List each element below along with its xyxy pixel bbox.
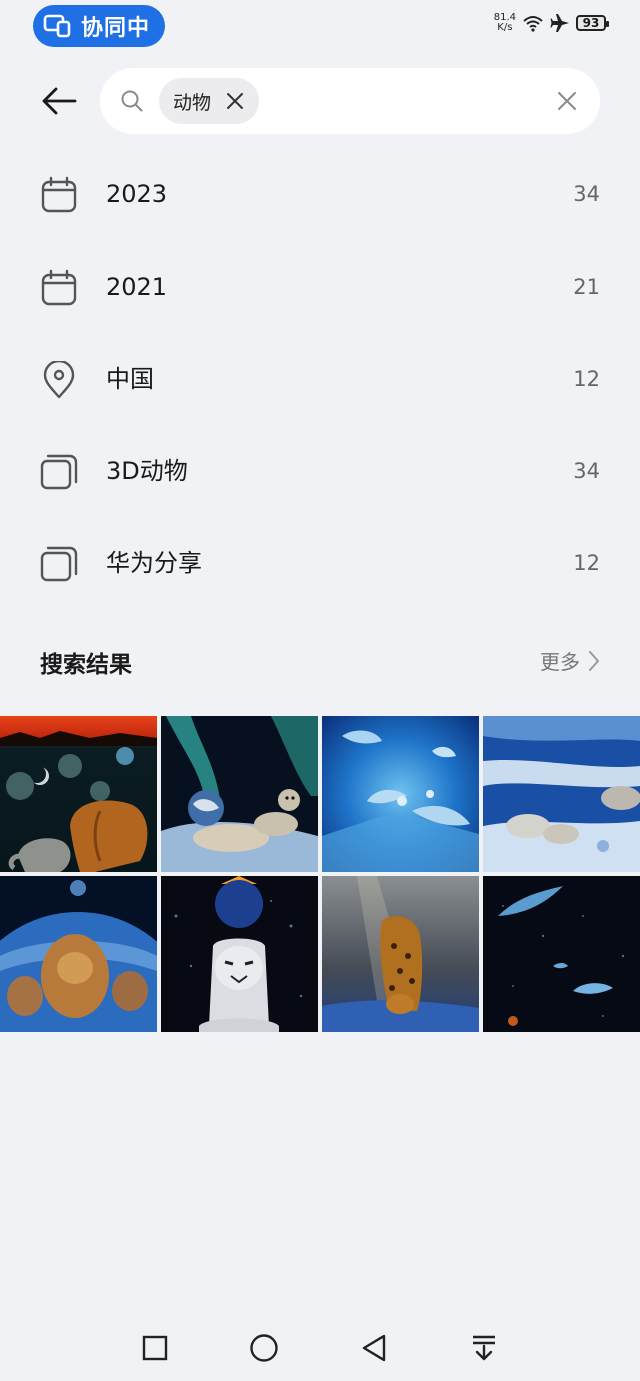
more-label: 更多 bbox=[540, 650, 580, 674]
suggestion-label: 2023 bbox=[106, 180, 168, 208]
search-results-title: 搜索结果 bbox=[40, 652, 132, 678]
calendar-icon bbox=[41, 269, 77, 306]
notification-pulldown-button[interactable] bbox=[466, 1330, 502, 1366]
suggestion-count: 21 bbox=[573, 275, 600, 299]
photo-thumbnail[interactable] bbox=[0, 876, 157, 1032]
wifi-icon bbox=[523, 16, 543, 32]
photo-thumbnail[interactable] bbox=[322, 716, 479, 872]
collaboration-label: 协同中 bbox=[81, 16, 151, 41]
search-keyword-chip[interactable]: 动物 bbox=[159, 78, 259, 124]
multi-device-icon bbox=[43, 14, 71, 38]
battery-level: 93 bbox=[582, 16, 600, 30]
suggestion-label: 2021 bbox=[106, 273, 168, 301]
album-icon bbox=[40, 454, 78, 490]
system-navigation-bar bbox=[0, 1318, 640, 1378]
home-button[interactable] bbox=[246, 1330, 282, 1366]
collaboration-status-pill[interactable]: 协同中 bbox=[33, 5, 165, 47]
suggestion-item-2021[interactable]: 2021 21 bbox=[0, 247, 640, 327]
album-icon bbox=[40, 546, 78, 582]
circle-icon bbox=[250, 1334, 278, 1362]
suggestion-item-album-share[interactable]: 华为分享 12 bbox=[0, 523, 640, 603]
photo-thumbnail[interactable] bbox=[483, 876, 640, 1032]
nav-back-button[interactable] bbox=[356, 1330, 392, 1366]
search-icon bbox=[121, 90, 143, 112]
photo-thumbnail[interactable] bbox=[0, 716, 157, 872]
network-speed: 81.4 K/s bbox=[494, 13, 516, 33]
pull-down-icon bbox=[473, 1335, 495, 1361]
suggestion-item-album-3d[interactable]: 3D动物 34 bbox=[0, 431, 640, 511]
suggestion-label: 华为分享 bbox=[106, 549, 202, 577]
location-pin-icon bbox=[43, 361, 75, 399]
airplane-mode-icon bbox=[550, 14, 569, 32]
photo-thumbnail[interactable] bbox=[161, 876, 318, 1032]
calendar-icon bbox=[41, 176, 77, 213]
suggestion-count: 12 bbox=[573, 551, 600, 575]
search-input[interactable]: 动物 bbox=[100, 68, 600, 134]
recents-button[interactable] bbox=[137, 1330, 173, 1366]
battery-indicator: 93 bbox=[576, 15, 609, 31]
clear-search-icon[interactable] bbox=[556, 90, 578, 112]
suggestion-item-location[interactable]: 中国 12 bbox=[0, 339, 640, 419]
suggestion-label: 3D动物 bbox=[106, 457, 188, 485]
status-icons: 81.4 K/s 93 bbox=[494, 13, 609, 33]
network-speed-unit: K/s bbox=[497, 22, 513, 33]
suggestion-count: 34 bbox=[573, 182, 600, 206]
more-results-link[interactable]: 更多 bbox=[540, 646, 600, 675]
chevron-right-icon bbox=[589, 650, 599, 671]
square-icon bbox=[142, 1335, 168, 1361]
photo-thumbnail[interactable] bbox=[322, 876, 479, 1032]
back-button[interactable] bbox=[36, 78, 82, 124]
suggestion-count: 34 bbox=[573, 459, 600, 483]
arrow-left-icon bbox=[42, 87, 77, 115]
search-results-grid bbox=[0, 716, 640, 1032]
triangle-back-icon bbox=[362, 1334, 386, 1362]
remove-keyword-icon[interactable] bbox=[225, 91, 245, 111]
suggestion-count: 12 bbox=[573, 367, 600, 391]
search-keyword-label: 动物 bbox=[173, 91, 212, 114]
suggestion-label: 中国 bbox=[106, 365, 154, 393]
photo-thumbnail[interactable] bbox=[483, 716, 640, 872]
photo-thumbnail[interactable] bbox=[161, 716, 318, 872]
suggestion-item-2023[interactable]: 2023 34 bbox=[0, 154, 640, 234]
